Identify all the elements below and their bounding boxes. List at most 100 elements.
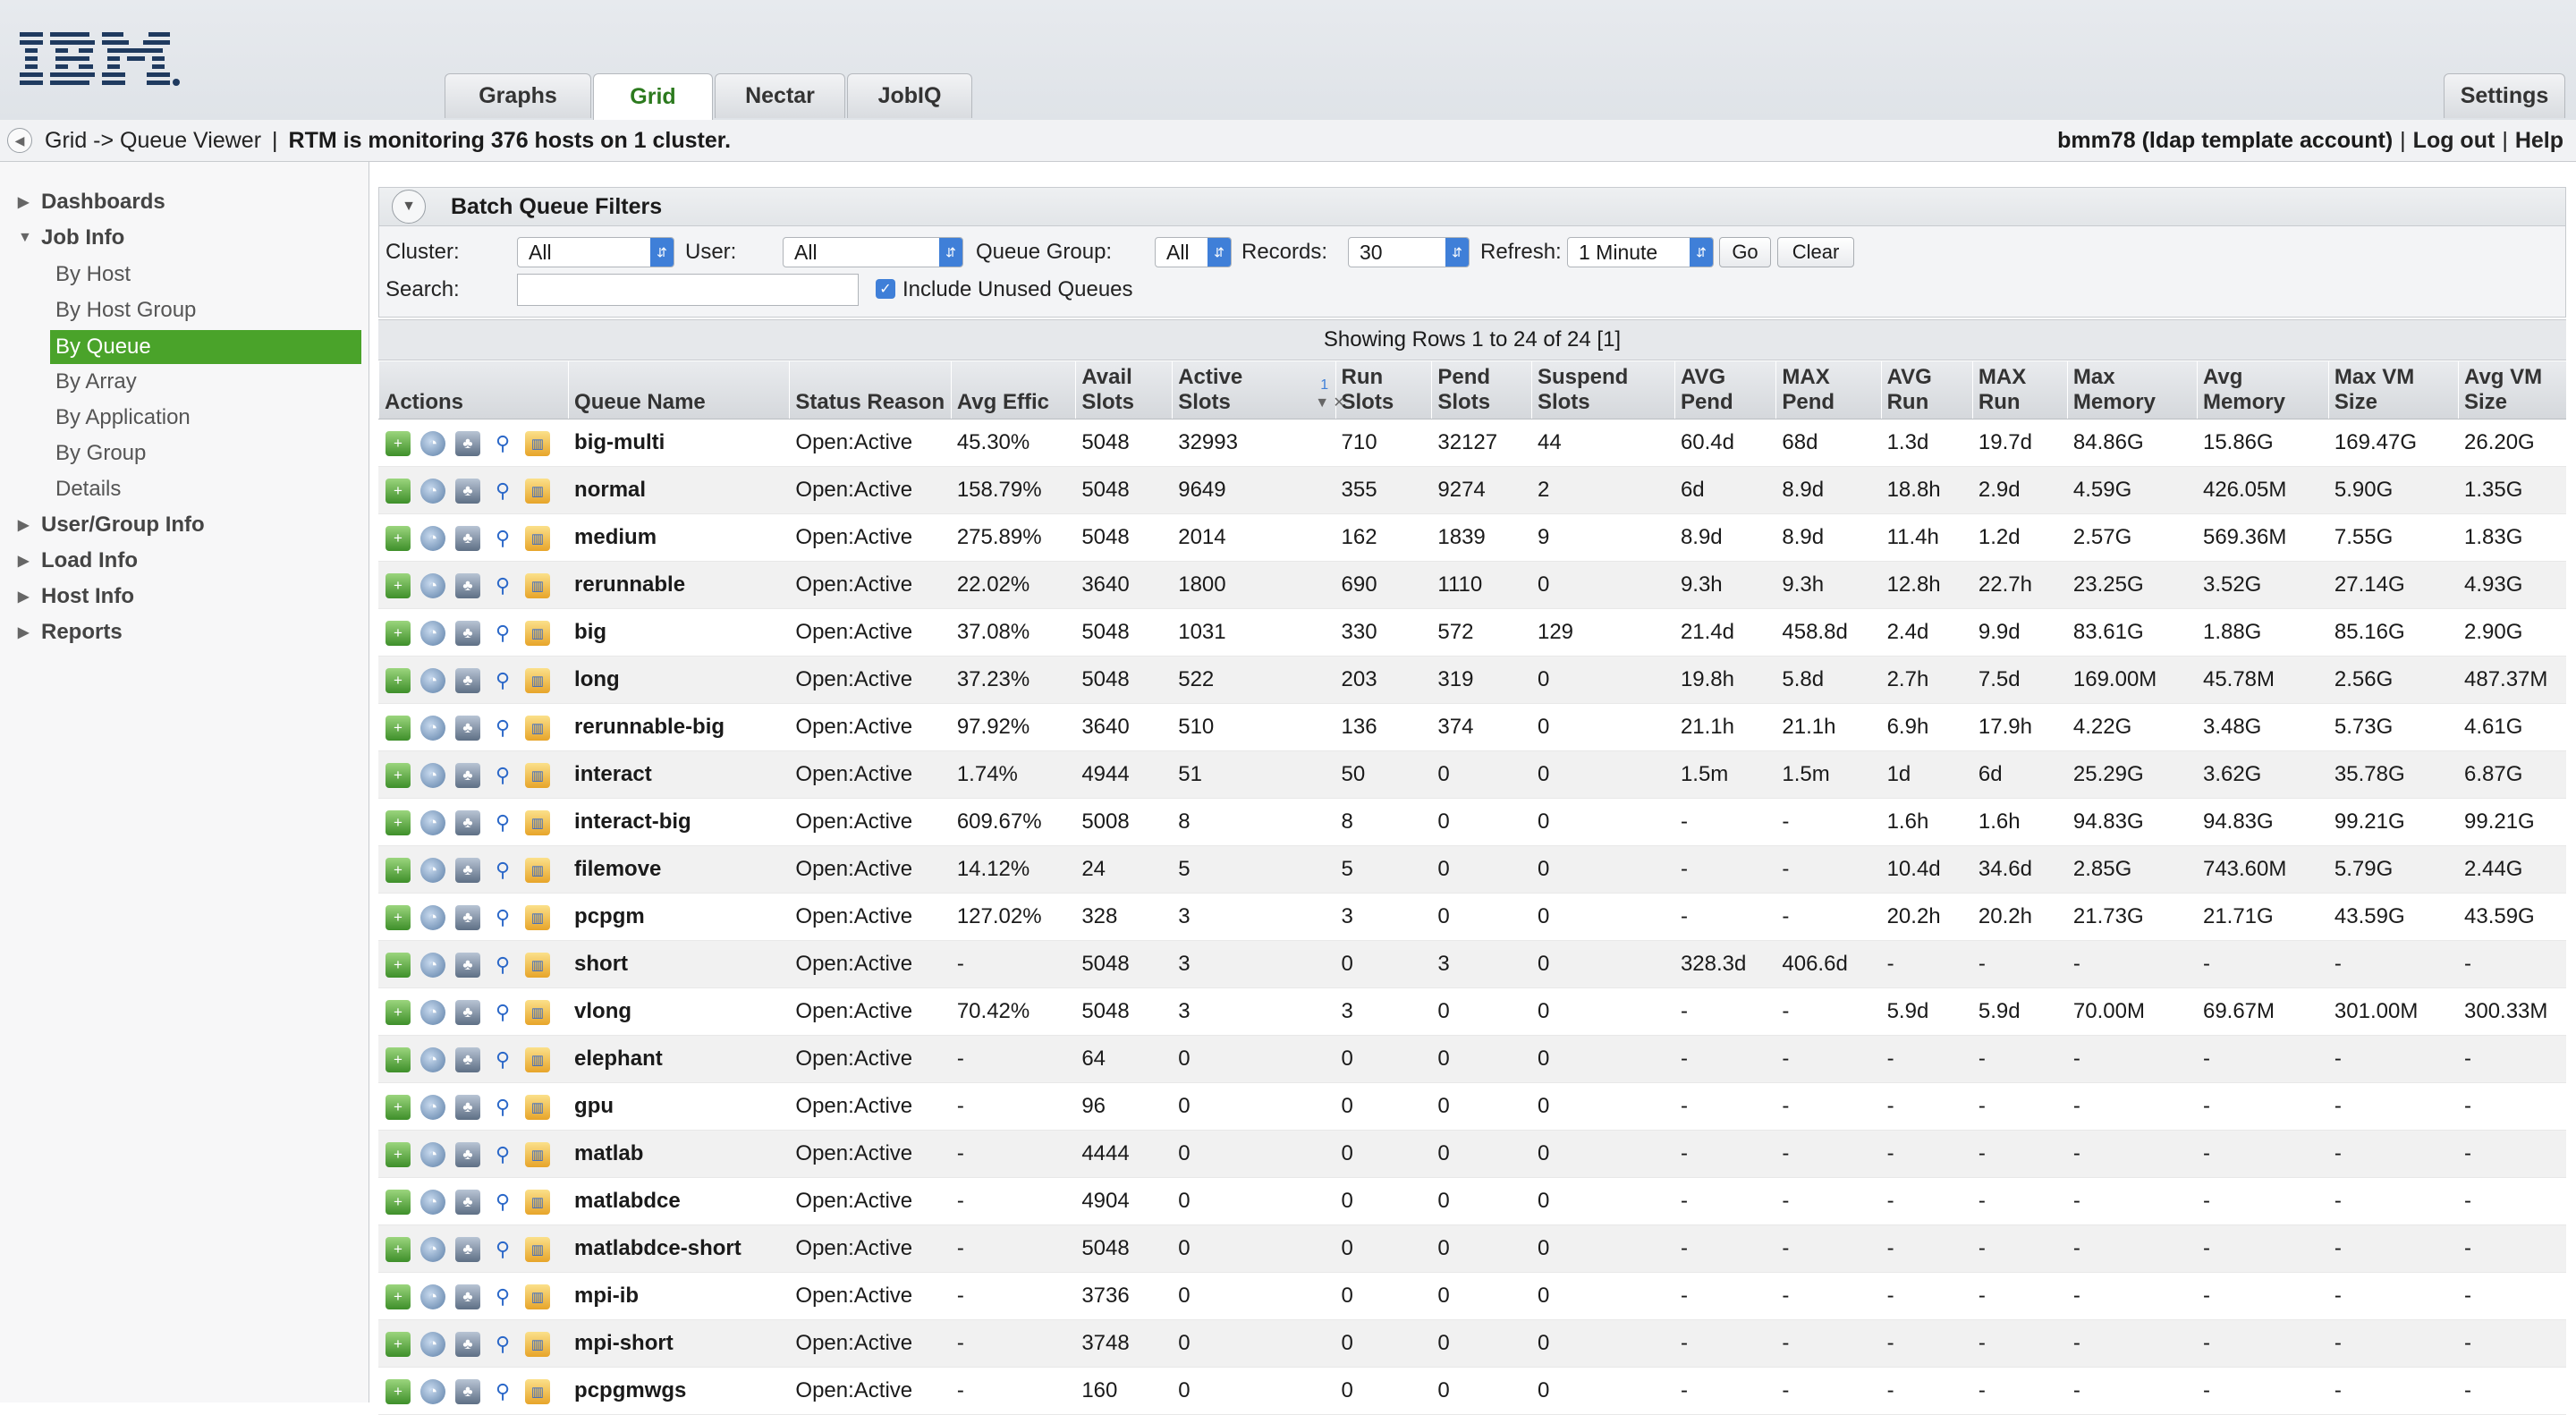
graph-icon[interactable]: ▥ <box>525 621 550 646</box>
table-row[interactable]: + ◔ ♣ ⚲ ▥ medium Open:Active 275.89% 5048 2014 162… <box>378 514 2566 562</box>
queue-details-icon[interactable]: ◔ <box>420 905 445 930</box>
table-row[interactable]: + ◔ ♣ ⚲ ▥ big Open:Active 37.08% 5048 1031 330 572 1… <box>378 609 2566 657</box>
users-icon[interactable]: ♣ <box>455 905 480 930</box>
sidebar-item-job-info[interactable]: ▼ Job Info <box>18 225 124 250</box>
queue-details-icon[interactable]: ◔ <box>420 1332 445 1357</box>
view-jobs-icon[interactable]: + <box>386 858 411 883</box>
queue-details-icon[interactable]: ◔ <box>420 621 445 646</box>
table-row[interactable]: + ◔ ♣ ⚲ ▥ normal Open:Active 158.79% 5048 9649 355… <box>378 467 2566 514</box>
cluster-select[interactable]: All ⇵ <box>517 237 674 267</box>
search-icon[interactable]: ⚲ <box>490 668 515 693</box>
cell-queue-name[interactable]: gpu <box>574 1083 614 1130</box>
column-header-avg-run[interactable]: AVG Run <box>1880 361 1972 419</box>
graph-icon[interactable]: ▥ <box>525 1332 550 1357</box>
view-jobs-icon[interactable]: + <box>386 573 411 598</box>
cell-queue-name[interactable]: matlabdce <box>574 1178 681 1224</box>
graph-icon[interactable]: ▥ <box>525 905 550 930</box>
view-jobs-icon[interactable]: + <box>386 1237 411 1262</box>
settings-tab[interactable]: Settings <box>2444 73 2565 118</box>
queue-details-icon[interactable]: ◔ <box>420 1190 445 1215</box>
search-icon[interactable]: ⚲ <box>490 858 515 883</box>
search-icon[interactable]: ⚲ <box>490 1047 515 1072</box>
graph-icon[interactable]: ▥ <box>525 1095 550 1120</box>
cell-queue-name[interactable]: pcpgmwgs <box>574 1368 686 1414</box>
column-header-max-pend[interactable]: MAX Pend <box>1775 361 1880 419</box>
sidebar-item-by-group[interactable]: By Group <box>55 441 146 466</box>
view-jobs-icon[interactable]: + <box>386 763 411 788</box>
collapse-sidebar-icon[interactable]: ◀ <box>7 128 32 153</box>
queue-details-icon[interactable]: ◔ <box>420 668 445 693</box>
help-link[interactable]: Help <box>2515 128 2563 154</box>
search-icon[interactable]: ⚲ <box>490 1332 515 1357</box>
sidebar-item-by-array[interactable]: By Array <box>55 369 137 394</box>
sidebar-item-reports[interactable]: ▶ Reports <box>18 620 123 645</box>
ibm-logo[interactable] <box>20 27 181 91</box>
search-icon[interactable]: ⚲ <box>490 526 515 551</box>
column-header-suspend-slots[interactable]: Suspend Slots <box>1530 361 1674 419</box>
table-row[interactable]: + ◔ ♣ ⚲ ▥ matlabdce-short Open:Active - 5048 0 0 0 0… <box>378 1225 2566 1273</box>
users-icon[interactable]: ♣ <box>455 1332 480 1357</box>
queue-details-icon[interactable]: ◔ <box>420 1237 445 1262</box>
table-row[interactable]: + ◔ ♣ ⚲ ▥ matlab Open:Active - 4444 0 0 0 0 - - - - - - - - <box>378 1131 2566 1178</box>
users-icon[interactable]: ♣ <box>455 1190 480 1215</box>
cell-queue-name[interactable]: interact <box>574 751 652 798</box>
cell-queue-name[interactable]: pcpgm <box>574 894 645 940</box>
table-row[interactable]: + ◔ ♣ ⚲ ▥ interact-big Open:Active 609.67% 5008 8… <box>378 799 2566 846</box>
sidebar-item-user-group-info[interactable]: ▶ User/Group Info <box>18 513 205 538</box>
cell-queue-name[interactable]: big-multi <box>574 419 665 466</box>
cell-queue-name[interactable]: matlabdce-short <box>574 1225 741 1272</box>
table-row[interactable]: + ◔ ♣ ⚲ ▥ short Open:Active - 5048 3 0 3 0 328.3d 406.… <box>378 941 2566 988</box>
users-icon[interactable]: ♣ <box>455 1000 480 1025</box>
column-header-max-run[interactable]: MAX Run <box>1971 361 2067 419</box>
search-icon[interactable]: ⚲ <box>490 1142 515 1167</box>
queue-details-icon[interactable]: ◔ <box>420 1379 445 1404</box>
sidebar-item-load-info[interactable]: ▶ Load Info <box>18 548 138 573</box>
users-icon[interactable]: ♣ <box>455 810 480 835</box>
view-jobs-icon[interactable]: + <box>386 810 411 835</box>
graph-icon[interactable]: ▥ <box>525 1379 550 1404</box>
users-icon[interactable]: ♣ <box>455 1142 480 1167</box>
column-header-avg-vm-size[interactable]: Avg VM Size <box>2458 361 2576 419</box>
cell-queue-name[interactable]: vlong <box>574 988 631 1035</box>
queue-details-icon[interactable]: ◔ <box>420 1000 445 1025</box>
column-header-status-reason[interactable]: Status Reason <box>789 361 950 419</box>
queue-group-select[interactable]: All ⇵ <box>1155 237 1232 267</box>
sidebar-item-host-info[interactable]: ▶ Host Info <box>18 584 134 609</box>
graph-icon[interactable]: ▥ <box>525 953 550 978</box>
view-jobs-icon[interactable]: + <box>386 1047 411 1072</box>
view-jobs-icon[interactable]: + <box>386 1142 411 1167</box>
search-icon[interactable]: ⚲ <box>490 1284 515 1309</box>
users-icon[interactable]: ♣ <box>455 953 480 978</box>
table-row[interactable]: + ◔ ♣ ⚲ ▥ gpu Open:Active - 96 0 0 0 0 - - - - - - - - <box>378 1083 2566 1131</box>
go-button[interactable]: Go <box>1719 237 1771 267</box>
graph-icon[interactable]: ▥ <box>525 763 550 788</box>
include-unused-checkbox[interactable]: ✓ <box>876 279 895 299</box>
graph-icon[interactable]: ▥ <box>525 573 550 598</box>
table-row[interactable]: + ◔ ♣ ⚲ ▥ rerunnable-big Open:Active 97.92% 3640… <box>378 704 2566 751</box>
queue-details-icon[interactable]: ◔ <box>420 1095 445 1120</box>
users-icon[interactable]: ♣ <box>455 1379 480 1404</box>
users-icon[interactable]: ♣ <box>455 1095 480 1120</box>
column-header-avail-slots[interactable]: Avail Slots <box>1075 361 1172 419</box>
queue-details-icon[interactable]: ◔ <box>420 479 445 504</box>
cell-queue-name[interactable]: rerunnable <box>574 562 685 608</box>
tab-graphs[interactable]: Graphs <box>445 73 591 118</box>
graph-icon[interactable]: ▥ <box>525 716 550 741</box>
users-icon[interactable]: ♣ <box>455 479 480 504</box>
table-row[interactable]: + ◔ ♣ ⚲ ▥ pcpgmwgs Open:Active - 160 0 0 0 0 - - - - - - - - <box>378 1368 2566 1415</box>
users-icon[interactable]: ♣ <box>455 858 480 883</box>
sort-down-icon[interactable]: ▼ ✕ <box>1315 394 1345 411</box>
sidebar-item-by-application[interactable]: By Application <box>55 405 191 430</box>
column-header-max-vm-size[interactable]: Max VM Size <box>2327 361 2458 419</box>
search-icon[interactable]: ⚲ <box>490 1237 515 1262</box>
sidebar-item-by-queue[interactable]: By Queue <box>50 330 361 364</box>
graph-icon[interactable]: ▥ <box>525 1142 550 1167</box>
table-row[interactable]: + ◔ ♣ ⚲ ▥ matlabdce Open:Active - 4904 0 0 0 0 - - - - - -… <box>378 1178 2566 1225</box>
sort-indicator-icon[interactable]: 1 <box>1320 377 1328 394</box>
search-icon[interactable]: ⚲ <box>490 1095 515 1120</box>
table-row[interactable]: + ◔ ♣ ⚲ ▥ rerunnable Open:Active 22.02% 3640 1800… <box>378 562 2566 609</box>
refresh-select[interactable]: 1 Minute ⇵ <box>1567 237 1714 267</box>
cell-queue-name[interactable]: matlab <box>574 1131 643 1177</box>
tab-nectar[interactable]: Nectar <box>715 73 845 118</box>
cell-queue-name[interactable]: mpi-ib <box>574 1273 639 1319</box>
